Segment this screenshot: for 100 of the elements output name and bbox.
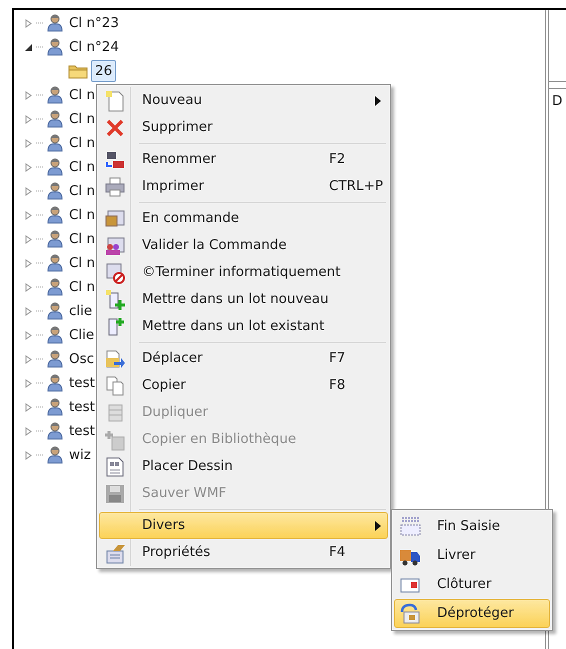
menu-item[interactable]: Placer Dessin <box>99 453 388 480</box>
tree-item[interactable]: test <box>66 420 98 442</box>
person-icon <box>47 134 63 152</box>
menu-item[interactable]: Déplacer F7 <box>99 345 388 372</box>
person-icon <box>47 398 63 416</box>
tree-connector <box>36 310 44 312</box>
collapsed-arrow-icon[interactable] <box>24 426 33 436</box>
person-icon <box>47 254 63 272</box>
person-icon <box>47 350 63 368</box>
tree-connector <box>36 334 44 336</box>
people-icon <box>104 234 126 256</box>
menu-item[interactable]: Supprimer <box>99 114 388 141</box>
tree-connector <box>36 22 44 24</box>
tree-item[interactable]: Cl n <box>66 180 98 202</box>
tree-connector <box>36 142 44 144</box>
expanded-arrow-icon[interactable] <box>24 42 33 52</box>
tree-item[interactable]: clie <box>66 300 96 322</box>
collapsed-arrow-icon[interactable] <box>24 114 33 124</box>
tree-connector <box>36 454 44 456</box>
copy-icon <box>104 374 126 396</box>
person-icon <box>47 446 63 464</box>
menu-item[interactable]: Valider la Commande <box>99 232 388 259</box>
menu-item[interactable]: Livrer <box>394 541 550 570</box>
new-document-icon <box>104 90 126 112</box>
tree-connector <box>36 190 44 192</box>
person-icon <box>47 206 63 224</box>
text-field-icon <box>399 516 421 538</box>
menu-item[interactable]: Clôturer <box>394 570 550 599</box>
collapsed-arrow-icon[interactable] <box>24 90 33 100</box>
tree-connector <box>36 118 44 120</box>
collapsed-arrow-icon[interactable] <box>24 378 33 388</box>
tree-connector <box>36 94 44 96</box>
menu-item[interactable]: ©Terminer informatiquement <box>99 259 388 286</box>
tree-item[interactable]: Osc <box>66 348 98 370</box>
menu-item[interactable]: Déprotéger <box>394 599 550 628</box>
tree-connector <box>36 406 44 408</box>
tree-item[interactable]: Cl n <box>66 84 98 106</box>
collapsed-arrow-icon[interactable] <box>24 282 33 292</box>
panel-label: D <box>549 88 566 114</box>
tree-connector <box>36 46 44 48</box>
tree-item[interactable]: Cl n <box>66 228 98 250</box>
person-icon <box>47 110 63 128</box>
person-icon <box>47 182 63 200</box>
tree-item[interactable]: Clie <box>66 324 98 346</box>
printer-icon <box>104 176 126 198</box>
tree-item[interactable]: test <box>66 396 98 418</box>
person-icon <box>47 278 63 296</box>
menu-item[interactable]: En commande <box>99 205 388 232</box>
collapsed-arrow-icon[interactable] <box>24 258 33 268</box>
person-icon <box>47 14 63 32</box>
menu-item[interactable]: Mettre dans un lot existant <box>99 313 388 340</box>
menu-item[interactable]: Nouveau <box>99 87 388 114</box>
person-icon <box>47 326 63 344</box>
collapsed-arrow-icon[interactable] <box>24 402 33 412</box>
person-icon <box>47 230 63 248</box>
collapsed-arrow-icon[interactable] <box>24 450 33 460</box>
tree-connector <box>36 430 44 432</box>
tree-item[interactable]: Cl n <box>66 132 98 154</box>
collapsed-arrow-icon[interactable] <box>24 186 33 196</box>
tree-connector <box>36 166 44 168</box>
tree-connector <box>36 262 44 264</box>
move-icon <box>104 348 126 370</box>
tree-item[interactable]: wiz <box>66 444 94 466</box>
tree-item[interactable]: Cl n <box>66 204 98 226</box>
person-icon <box>47 38 63 56</box>
menu-item[interactable]: Copier F8 <box>99 372 388 399</box>
tree-connector <box>36 286 44 288</box>
tree-item[interactable]: Cl n°24 <box>66 36 122 58</box>
tree-connector <box>36 382 44 384</box>
folder-icon <box>68 63 88 79</box>
drawing-icon <box>104 456 126 478</box>
person-icon <box>47 422 63 440</box>
tree-connector <box>36 238 44 240</box>
lock-icon <box>399 602 421 624</box>
collapsed-arrow-icon[interactable] <box>24 234 33 244</box>
person-icon <box>47 302 63 320</box>
tree-connector <box>36 358 44 360</box>
tree-connector <box>36 214 44 216</box>
person-icon <box>47 374 63 392</box>
tree-item[interactable]: Cl n <box>66 252 98 274</box>
menu-item[interactable]: Propriétés F4 <box>99 539 388 566</box>
person-icon <box>47 86 63 104</box>
collapsed-arrow-icon[interactable] <box>24 306 33 316</box>
tree-item[interactable]: Cl n <box>66 108 98 130</box>
tree-item[interactable]: Cl n°23 <box>66 12 122 34</box>
tree-item[interactable]: test <box>66 372 98 394</box>
menu-item[interactable]: Renommer F2 <box>99 146 388 173</box>
collapsed-arrow-icon[interactable] <box>24 18 33 28</box>
menu-item[interactable]: Divers <box>99 512 388 539</box>
tree-item[interactable]: Cl n <box>66 156 98 178</box>
menu-item[interactable]: Imprimer CTRL+P <box>99 173 388 200</box>
collapsed-arrow-icon[interactable] <box>24 354 33 364</box>
tree-item[interactable]: Cl n <box>66 276 98 298</box>
menu-item[interactable]: Mettre dans un lot nouveau <box>99 286 388 313</box>
collapsed-arrow-icon[interactable] <box>24 210 33 220</box>
tree-item[interactable]: 26 <box>91 60 116 82</box>
collapsed-arrow-icon[interactable] <box>24 330 33 340</box>
collapsed-arrow-icon[interactable] <box>24 138 33 148</box>
collapsed-arrow-icon[interactable] <box>24 162 33 172</box>
menu-item[interactable]: Fin Saisie <box>394 512 550 541</box>
